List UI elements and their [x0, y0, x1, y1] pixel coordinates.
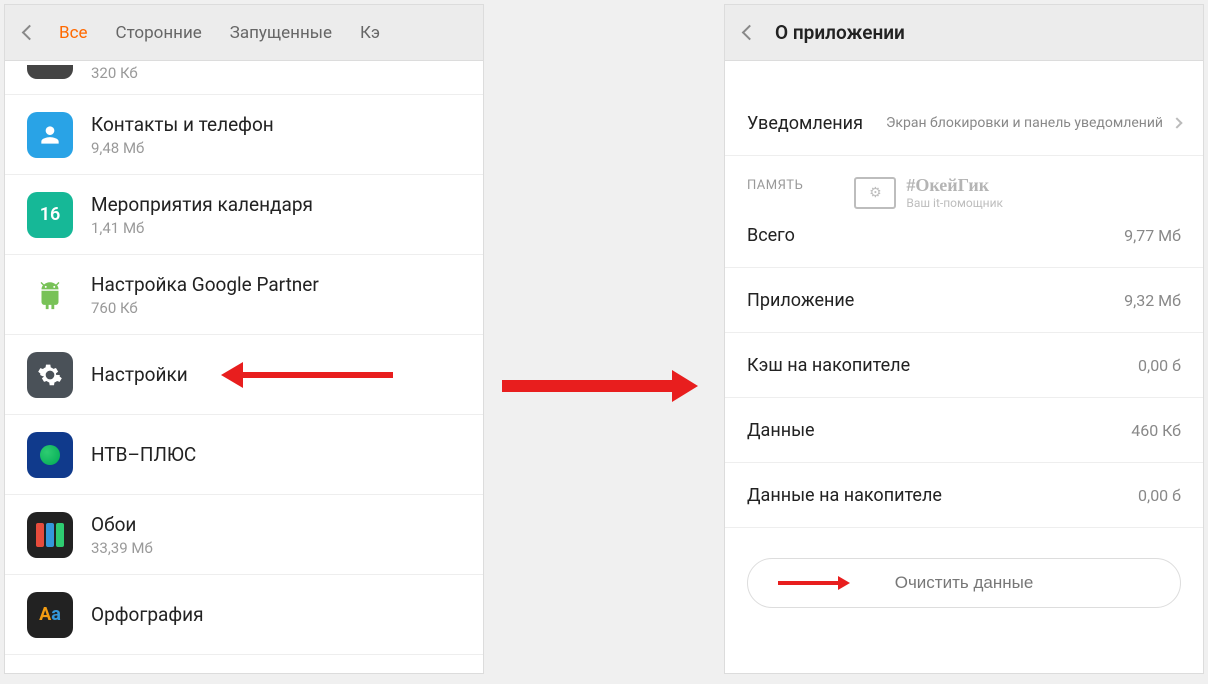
- notifications-label: Уведомления: [747, 113, 886, 134]
- data-value: 460 Кб: [1131, 421, 1181, 440]
- app-name: Орфография: [91, 603, 204, 626]
- list-item-wallpapers[interactable]: Обои 33,39 Мб: [5, 495, 483, 575]
- chevron-right-icon: [1173, 119, 1181, 127]
- back-button[interactable]: [13, 17, 45, 49]
- red-arrow-right-icon: [502, 370, 698, 402]
- app-value: 9,32 Мб: [1124, 291, 1181, 310]
- clear-data-label: Очистить данные: [895, 573, 1034, 593]
- list-item-google-partner[interactable]: Настройка Google Partner 760 Кб: [5, 255, 483, 335]
- app-size: 1,41 Мб: [91, 219, 313, 237]
- list-item-settings[interactable]: Настройки: [5, 335, 483, 415]
- watermark-subtitle: Ваш it-помощник: [906, 196, 1003, 210]
- data-storage-value: 0,00 б: [1138, 486, 1181, 505]
- tabs-header: Все Сторонние Запущенные Кэ: [5, 5, 483, 61]
- tab-running[interactable]: Запущенные: [216, 23, 346, 43]
- gear-icon: [27, 352, 73, 398]
- list-item-partial[interactable]: 320 Кб: [5, 61, 483, 95]
- notifications-value: Экран блокировки и панель уведомлений: [886, 114, 1163, 132]
- wallpapers-icon: [27, 512, 73, 558]
- chevron-left-icon: [21, 25, 37, 41]
- total-label: Всего: [747, 225, 1124, 246]
- phone-right-app-info: О приложении Уведомления Экран блокировк…: [724, 4, 1204, 674]
- app-name: Настройка Google Partner: [91, 273, 319, 296]
- page-title: О приложении: [775, 21, 905, 44]
- tab-all[interactable]: Все: [45, 23, 102, 43]
- android-icon: [27, 272, 73, 318]
- list-item-calendar[interactable]: 16 Мероприятия календаря 1,41 Мб: [5, 175, 483, 255]
- app-name: Контакты и телефон: [91, 113, 274, 136]
- apps-list[interactable]: 320 Кб Контакты и телефон 9,48 Мб 16 Мер…: [5, 61, 483, 673]
- app-label: Приложение: [747, 290, 1124, 311]
- list-item-ntv[interactable]: НТВ–ПЛЮС: [5, 415, 483, 495]
- ntv-icon: [27, 432, 73, 478]
- red-arrow-small-icon: [778, 576, 850, 590]
- tab-thirdparty[interactable]: Сторонние: [102, 23, 216, 43]
- total-value: 9,77 Мб: [1124, 226, 1181, 245]
- list-item-spellcheck[interactable]: Aa Орфография: [5, 575, 483, 655]
- tabs: Все Сторонние Запущенные Кэ: [45, 23, 475, 43]
- action-area: Очистить данные: [725, 528, 1203, 630]
- chevron-left-icon: [741, 25, 757, 41]
- tab-cache[interactable]: Кэ: [346, 23, 394, 43]
- app-icon-cut: [27, 65, 73, 79]
- app-size: 33,39 Мб: [91, 539, 153, 557]
- laptop-icon: [854, 177, 896, 209]
- spacer: [725, 61, 1203, 91]
- watermark-title: #ОкейГик: [906, 175, 1003, 196]
- app-name: Обои: [91, 513, 153, 536]
- list-item-contacts[interactable]: Контакты и телефон 9,48 Мб: [5, 95, 483, 175]
- app-info-header: О приложении: [725, 5, 1203, 61]
- row-data-storage: Данные на накопителе 0,00 б: [725, 463, 1203, 528]
- app-name: НТВ–ПЛЮС: [91, 443, 196, 466]
- watermark: #ОкейГик Ваш it-помощник: [854, 175, 1003, 210]
- cache-storage-value: 0,00 б: [1138, 356, 1181, 375]
- clear-data-button[interactable]: Очистить данные: [747, 558, 1181, 608]
- app-size: 320 Кб: [91, 64, 138, 82]
- red-arrow-left-icon: [221, 362, 393, 388]
- data-label: Данные: [747, 420, 1131, 441]
- back-button[interactable]: [733, 17, 765, 49]
- app-name: Мероприятия календаря: [91, 193, 313, 216]
- data-storage-label: Данные на накопителе: [747, 485, 1138, 506]
- cache-storage-label: Кэш на накопителе: [747, 355, 1138, 376]
- spellcheck-icon: Aa: [27, 592, 73, 638]
- row-data: Данные 460 Кб: [725, 398, 1203, 463]
- row-cache-storage: Кэш на накопителе 0,00 б: [725, 333, 1203, 398]
- row-notifications[interactable]: Уведомления Экран блокировки и панель ув…: [725, 91, 1203, 156]
- row-app: Приложение 9,32 Мб: [725, 268, 1203, 333]
- phone-left-apps-list: Все Сторонние Запущенные Кэ 320 Кб Конта…: [4, 4, 484, 674]
- contacts-icon: [27, 112, 73, 158]
- calendar-icon: 16: [27, 192, 73, 238]
- app-size: 9,48 Мб: [91, 139, 274, 157]
- app-size: 760 Кб: [91, 299, 319, 317]
- app-name: Настройки: [91, 363, 188, 386]
- row-total: Всего 9,77 Мб: [725, 203, 1203, 268]
